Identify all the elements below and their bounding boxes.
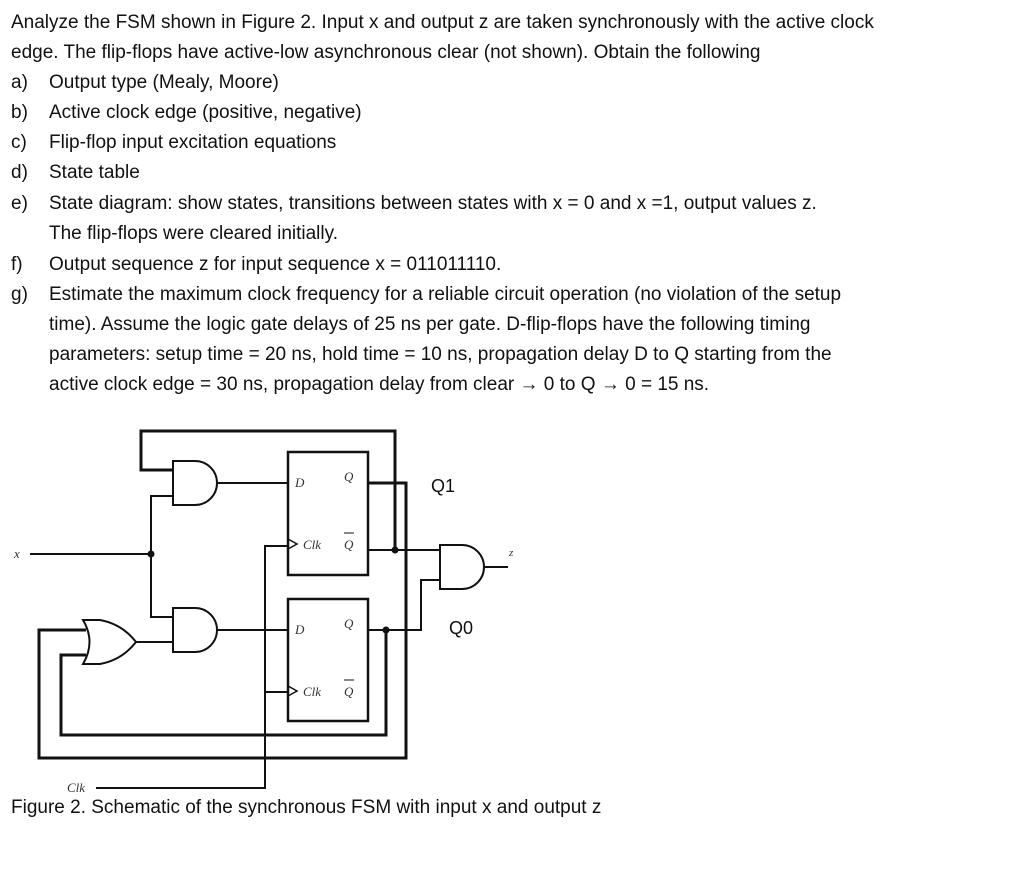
state-q1-label: Q1 (431, 476, 455, 496)
question-label: e) (11, 193, 28, 214)
and-gate-z (439, 544, 485, 590)
question-text: State table (49, 162, 140, 183)
ff1-clk-label: Clk (303, 537, 321, 552)
question-f: f) Output sequence z for input sequence x… (11, 250, 501, 280)
question-c: c) Flip-flop input excitation equations (11, 128, 336, 158)
fsm-schematic: x z Clk D Q Clk Q D Q Clk Q Q1 Q0 (13, 429, 514, 795)
question-g-continuation-3: active clock edge = 30 ns, propagation d… (49, 374, 710, 395)
question-label: b) (11, 102, 28, 123)
question-a: a) Output type (Mealy, Moore) (11, 68, 279, 98)
question-label: a) (11, 72, 28, 93)
question-label: g) (11, 284, 28, 305)
ff0-qbar-label: Q (344, 684, 354, 699)
state-q0-label: Q0 (449, 618, 473, 638)
ff0-d-label: D (294, 622, 305, 637)
question-text: Output sequence z for input sequence x =… (49, 254, 502, 275)
problem-intro-line-2: edge. The flip-flops have active-low asy… (11, 42, 761, 63)
question-g-continuation-2: parameters: setup time = 20 ns, hold tim… (49, 344, 832, 365)
question-e: e) State diagram: show states, transition… (11, 189, 817, 219)
question-e-continuation: The flip-flops were cleared initially. (49, 223, 338, 244)
junction-dot (147, 550, 155, 558)
clock-triangle-ff1 (287, 538, 299, 550)
question-b: b) Active clock edge (positive, negative) (11, 98, 362, 128)
question-text: Output type (Mealy, Moore) (49, 72, 279, 93)
and-gate-d1 (172, 460, 218, 506)
flip-flop-1 (286, 450, 370, 577)
question-g: g) Estimate the maximum clock frequency f… (11, 280, 841, 310)
junction-dot (382, 626, 390, 634)
question-text: Active clock edge (positive, negative) (49, 102, 362, 123)
junction-dot (391, 546, 399, 554)
ff0-q-label: Q (344, 616, 354, 631)
question-text: State diagram: show states, transitions … (49, 193, 817, 214)
question-text: Flip-flop input excitation equations (49, 132, 337, 153)
flip-flop-0 (286, 597, 370, 723)
clock-input-label: Clk (67, 780, 85, 795)
input-x-label: x (13, 546, 20, 561)
and-gate-d0 (172, 607, 218, 653)
question-label: c) (11, 132, 27, 153)
ff1-qbar-label: Q (344, 537, 354, 552)
or-gate (81, 619, 138, 665)
problem-intro-line-1: Analyze the FSM shown in Figure 2. Input… (11, 12, 874, 33)
ff1-q-label: Q (344, 469, 354, 484)
wires (30, 482, 508, 789)
question-label: d) (11, 162, 28, 183)
question-g-continuation-1: time). Assume the logic gate delays of 2… (49, 314, 811, 335)
question-text: Estimate the maximum clock frequency for… (49, 284, 842, 305)
question-d: d) State table (11, 158, 140, 188)
clock-triangle-ff0 (287, 685, 299, 697)
figure-caption: Figure 2. Schematic of the synchronous F… (11, 797, 602, 818)
question-label: f) (11, 254, 23, 275)
output-z-label: z (508, 547, 514, 559)
ff1-d-label: D (294, 475, 305, 490)
ff0-clk-label: Clk (303, 684, 321, 699)
